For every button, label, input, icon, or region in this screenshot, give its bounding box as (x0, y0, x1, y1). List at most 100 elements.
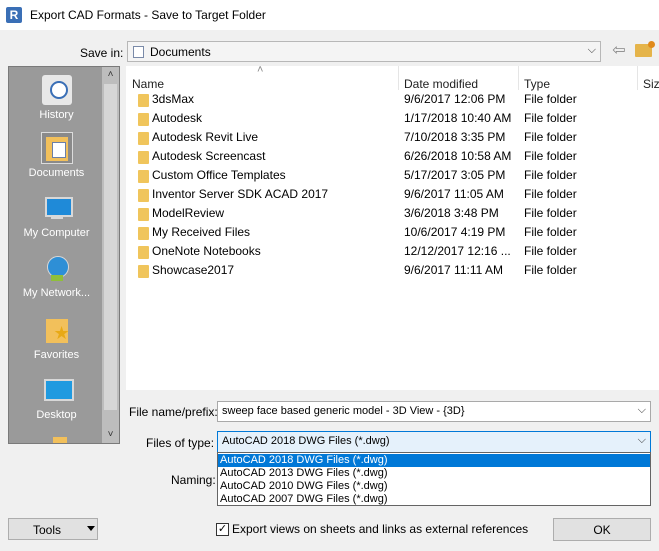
file-name: Showcase2017 (152, 263, 235, 277)
folder-icon (138, 227, 149, 240)
file-type: File folder (524, 130, 577, 144)
file-name: Custom Office Templates (152, 168, 286, 182)
scroll-up-icon[interactable]: ˄ (102, 69, 119, 80)
tools-button[interactable]: Tools (8, 518, 98, 540)
file-date: 9/6/2017 11:11 AM (404, 263, 503, 277)
documents-icon (40, 132, 73, 164)
save-in-label: Save in: (80, 46, 124, 60)
export-views-checkbox[interactable]: ✓ (216, 523, 229, 536)
place-favorites[interactable]: Favorites (9, 315, 104, 361)
file-row[interactable]: Custom Office Templates 5/17/2017 3:05 PM… (126, 166, 659, 185)
file-type: File folder (524, 206, 577, 220)
file-name-value: sweep face based generic model - 3D View… (222, 405, 465, 417)
file-name: 3dsMax (152, 92, 195, 106)
file-date: 5/17/2017 3:05 PM (404, 168, 506, 182)
caret-down-icon (87, 526, 95, 531)
chevron-down-icon: ⌵ (587, 44, 596, 56)
file-name: OneNote Notebooks (152, 244, 261, 258)
place-label: Desktop (36, 409, 77, 421)
file-row[interactable]: Autodesk Revit Live 7/10/2018 3:35 PM File… (126, 128, 659, 147)
tools-label: Tools (33, 523, 62, 537)
scrollbar-thumb[interactable] (104, 84, 117, 410)
file-name-label: File name/prefix: (129, 405, 218, 419)
file-date: 7/10/2018 3:35 PM (404, 130, 506, 144)
file-date: 9/6/2017 11:05 AM (404, 187, 504, 201)
documents-small-icon (133, 46, 144, 58)
file-row[interactable]: 3dsMax 9/6/2017 12:06 PM File folder (126, 90, 659, 109)
ok-label: OK (593, 523, 611, 537)
file-row[interactable]: Showcase2017 9/6/2017 11:11 AM File folder (126, 261, 659, 280)
file-row[interactable]: Autodesk Screencast 6/26/2018 10:58 AM Fil… (126, 147, 659, 166)
column-header-size[interactable]: Siz (643, 77, 659, 91)
save-in-dropdown[interactable]: Documents ⌵ (127, 41, 601, 62)
file-type: File folder (524, 92, 577, 106)
file-date: 6/26/2018 10:58 AM (404, 149, 512, 163)
title-bar: R Export CAD Formats - Save to Target Fo… (0, 0, 659, 30)
desktop-icon (42, 375, 74, 405)
file-date: 3/6/2018 3:48 PM (404, 206, 499, 220)
export-views-label[interactable]: Export views on sheets and links as exte… (232, 522, 528, 536)
file-type-select[interactable]: AutoCAD 2018 DWG Files (*.dwg) ⌵ (217, 431, 651, 454)
file-type: File folder (524, 263, 577, 277)
file-type: File folder (524, 111, 577, 125)
column-divider[interactable] (398, 66, 399, 90)
scroll-down-icon[interactable]: ˅ (102, 429, 119, 440)
places-bar: History Documents My Computer My Network… (8, 66, 120, 444)
place-desktop[interactable]: Desktop (9, 375, 104, 421)
window-title: Export CAD Formats - Save to Target Fold… (30, 8, 266, 22)
file-row[interactable]: Autodesk 1/17/2018 10:40 AM File folder (126, 109, 659, 128)
file-name: ModelReview (152, 206, 225, 220)
chevron-down-icon[interactable]: ⌵ (638, 404, 646, 417)
history-icon (41, 75, 72, 105)
places-scrollbar[interactable]: ˄ ˅ (102, 67, 119, 443)
file-type: File folder (524, 225, 577, 239)
place-label: History (39, 109, 74, 121)
place-label: My Computer (23, 227, 90, 239)
column-header-type[interactable]: Type (524, 77, 550, 91)
file-name-input[interactable]: sweep face based generic model - 3D View… (217, 401, 651, 422)
file-type-option[interactable]: AutoCAD 2013 DWG Files (*.dwg) (218, 467, 650, 480)
file-type-option[interactable]: AutoCAD 2010 DWG Files (*.dwg) (218, 480, 650, 493)
column-header-date[interactable]: Date modified (404, 77, 478, 91)
file-type: File folder (524, 244, 577, 258)
file-type-option[interactable]: AutoCAD 2018 DWG Files (*.dwg) (218, 454, 650, 467)
folder-icon (138, 208, 149, 221)
file-row[interactable]: OneNote Notebooks 12/12/2017 12:16 ... Fil… (126, 242, 659, 261)
file-date: 1/17/2018 10:40 AM (404, 111, 512, 125)
column-header-name[interactable]: Name (132, 77, 164, 91)
file-row[interactable]: Inventor Server SDK ACAD 2017 9/6/2017 11… (126, 185, 659, 204)
folder-icon (138, 151, 149, 164)
place-history[interactable]: History (9, 75, 104, 121)
column-divider[interactable] (518, 66, 519, 90)
favorites-icon (42, 315, 72, 345)
folder-icon (138, 265, 149, 278)
file-date: 10/6/2017 4:19 PM (404, 225, 506, 239)
revit-app-icon: R (6, 7, 22, 23)
folder-icon (138, 113, 149, 126)
back-arrow-icon[interactable]: ⇦ (609, 41, 629, 61)
save-in-value: Documents (150, 45, 211, 59)
file-type-option[interactable]: AutoCAD 2007 DWG Files (*.dwg) (218, 493, 650, 506)
file-type-value: AutoCAD 2018 DWG Files (*.dwg) (222, 435, 390, 447)
folder-icon (53, 437, 67, 443)
sort-ascending-icon: ˄ (257, 66, 264, 76)
new-folder-icon[interactable] (635, 41, 655, 57)
chevron-down-icon[interactable]: ⌵ (638, 434, 646, 447)
naming-label: Naming: (171, 473, 216, 487)
column-divider[interactable] (637, 66, 638, 90)
file-type: File folder (524, 187, 577, 201)
place-my-computer[interactable]: My Computer (9, 193, 104, 239)
place-my-network[interactable]: My Network... (9, 253, 104, 299)
file-date: 9/6/2017 12:06 PM (404, 92, 506, 106)
folder-icon (138, 94, 149, 107)
file-type-label: Files of type: (146, 436, 215, 450)
place-label: My Network... (22, 287, 91, 299)
file-name: Autodesk Revit Live (152, 130, 259, 144)
file-row[interactable]: ModelReview 3/6/2018 3:48 PM File folder (126, 204, 659, 223)
file-row[interactable]: My Received Files 10/6/2017 4:19 PM File f… (126, 223, 659, 242)
folder-icon (138, 170, 149, 183)
file-type: File folder (524, 168, 577, 182)
file-date: 12/12/2017 12:16 ... (404, 244, 511, 258)
place-documents[interactable]: Documents (9, 132, 104, 179)
ok-button[interactable]: OK (553, 518, 651, 541)
